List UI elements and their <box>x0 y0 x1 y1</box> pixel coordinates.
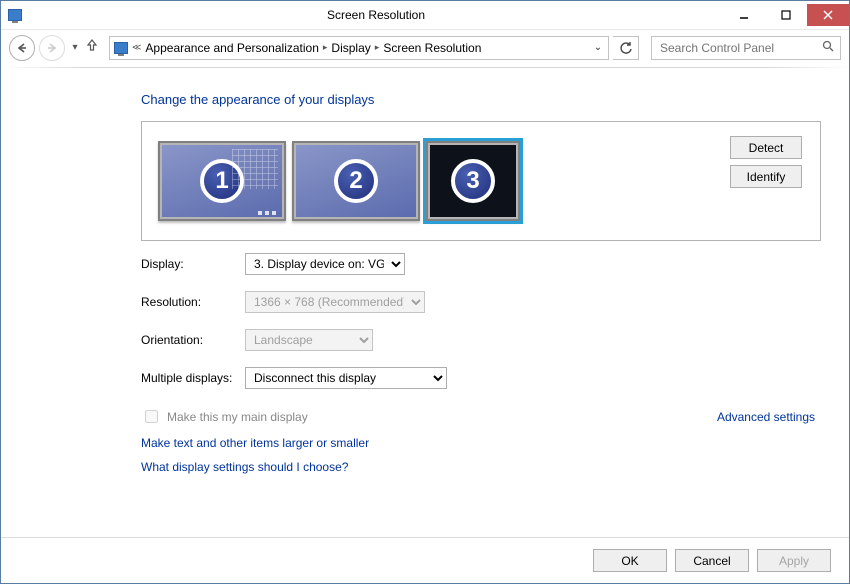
apply-button: Apply <box>757 549 831 572</box>
monitor-number: 3 <box>451 159 495 203</box>
ok-button[interactable]: OK <box>593 549 667 572</box>
address-dropdown[interactable]: ⌄ <box>592 42 604 53</box>
display-select[interactable]: 3. Display device on: VGA <box>245 253 405 275</box>
monitor-3[interactable]: 3 <box>426 141 520 221</box>
maximize-button[interactable] <box>765 4 807 26</box>
breadcrumb-appearance[interactable]: Appearance and Personalization <box>145 41 318 55</box>
text-size-link[interactable]: Make text and other items larger or smal… <box>141 436 821 450</box>
titlebar: Screen Resolution <box>1 1 849 29</box>
chevron-right-icon: ≪ <box>132 42 141 53</box>
search-icon[interactable] <box>822 39 834 57</box>
breadcrumb-screen-resolution[interactable]: Screen Resolution <box>383 41 481 55</box>
window-controls <box>723 4 849 26</box>
page-title: Change the appearance of your displays <box>141 92 821 107</box>
identify-button[interactable]: Identify <box>730 165 802 188</box>
arrangement-buttons: Detect Identify <box>730 136 802 188</box>
window-title: Screen Resolution <box>29 8 723 22</box>
multiple-displays-select[interactable]: Disconnect this display <box>245 367 447 389</box>
monitor-list: 1 2 3 <box>158 141 520 221</box>
refresh-button[interactable] <box>613 36 639 60</box>
window: Screen Resolution ▾ ≪ Appearance and Per… <box>0 0 850 584</box>
content-area: Change the appearance of your displays 1… <box>1 68 849 537</box>
up-button[interactable] <box>85 38 99 57</box>
orientation-label: Orientation: <box>141 333 245 347</box>
breadcrumb-display[interactable]: Display <box>331 41 370 55</box>
main-display-label: Make this my main display <box>167 410 308 424</box>
cancel-button[interactable]: Cancel <box>675 549 749 572</box>
advanced-settings-link[interactable]: Advanced settings <box>717 410 815 424</box>
monitor-number: 2 <box>334 159 378 203</box>
footer: OK Cancel Apply <box>1 537 849 583</box>
main-display-checkbox <box>145 410 158 423</box>
monitor-2[interactable]: 2 <box>292 141 420 221</box>
navbar: ▾ ≪ Appearance and Personalization ▸ Dis… <box>1 29 849 65</box>
chevron-right-icon: ▸ <box>375 42 380 53</box>
desktop-icon <box>232 149 278 189</box>
resolution-select: 1366 × 768 (Recommended) <box>245 291 425 313</box>
address-bar[interactable]: ≪ Appearance and Personalization ▸ Displ… <box>109 36 609 60</box>
display-arrangement-box[interactable]: 1 2 3 Detect Identify <box>141 121 821 241</box>
display-label: Display: <box>141 257 245 271</box>
control-panel-icon <box>114 42 128 54</box>
chevron-right-icon: ▸ <box>323 42 328 53</box>
app-icon <box>1 1 29 29</box>
recent-dropdown[interactable]: ▾ <box>69 42 81 53</box>
minimize-button[interactable] <box>723 4 765 26</box>
search-input[interactable] <box>658 40 822 56</box>
multiple-displays-label: Multiple displays: <box>141 371 245 385</box>
search-box[interactable] <box>651 36 841 60</box>
orientation-select: Landscape <box>245 329 373 351</box>
monitor-1[interactable]: 1 <box>158 141 286 221</box>
help-link[interactable]: What display settings should I choose? <box>141 460 821 474</box>
back-button[interactable] <box>9 35 35 61</box>
detect-button[interactable]: Detect <box>730 136 802 159</box>
resolution-label: Resolution: <box>141 295 245 309</box>
close-button[interactable] <box>807 4 849 26</box>
forward-button[interactable] <box>39 35 65 61</box>
taskbar-icon <box>258 211 276 215</box>
